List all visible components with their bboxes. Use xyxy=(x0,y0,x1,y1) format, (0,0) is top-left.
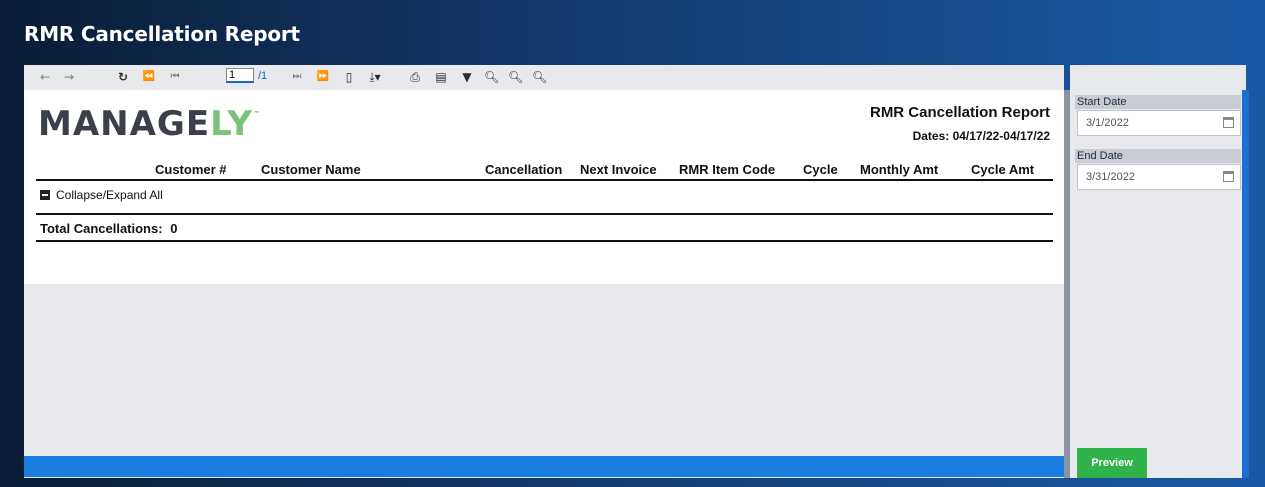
report-page: MANAGELY™ RMR Cancellation Report Dates:… xyxy=(24,90,1064,284)
title-bar: RMR Cancellation Report xyxy=(0,0,1265,64)
total-value: 0 xyxy=(170,221,178,236)
undo-icon[interactable]: ← xyxy=(38,68,52,86)
export-icon[interactable]: ⤓▾ xyxy=(368,68,382,86)
redo-icon[interactable]: → xyxy=(62,68,76,86)
start-date-value: 3/1/2022 xyxy=(1086,117,1129,129)
zoom-icon[interactable]: 🔍︎ xyxy=(484,68,499,86)
end-date-value: 3/31/2022 xyxy=(1086,171,1135,183)
calendar-icon[interactable] xyxy=(1223,117,1234,128)
logo-trademark: ™ xyxy=(253,110,262,118)
collapse-label: Collapse/Expand All xyxy=(56,188,163,202)
column-header-next-invoice: Next Invoice xyxy=(580,162,657,177)
column-header-cycle-amt: Cycle Amt xyxy=(971,162,1035,177)
column-header-monthly-amt: Monthly Amt xyxy=(860,162,939,177)
column-header-customer-name: Customer Name xyxy=(261,162,361,177)
total-label: Total Cancellations: xyxy=(40,221,163,236)
blank-page-icon[interactable]: ▯ xyxy=(342,68,356,86)
calendar-icon[interactable] xyxy=(1223,171,1234,182)
logo-main: MANAGE xyxy=(38,104,211,144)
header-divider xyxy=(36,179,1053,181)
collapse-icon[interactable] xyxy=(40,190,50,200)
report-dates: Dates: 04/17/22-04/17/22 xyxy=(912,129,1050,143)
collapse-expand-all[interactable]: Collapse/Expand All xyxy=(40,188,163,202)
managely-logo: MANAGELY™ xyxy=(38,104,261,144)
column-header-rmr-item-code: RMR Item Code xyxy=(679,162,776,177)
panel-scrollbar[interactable] xyxy=(1242,90,1249,478)
end-date-label: End Date xyxy=(1075,149,1241,163)
page-title: RMR Cancellation Report xyxy=(24,22,300,46)
refresh-icon[interactable]: ↻ xyxy=(116,68,130,86)
page-total: /1 xyxy=(258,70,268,82)
total-cancellations: Total Cancellations: 0 xyxy=(40,221,177,236)
body-divider xyxy=(36,213,1053,215)
footer-divider xyxy=(36,240,1053,242)
start-date-label: Start Date xyxy=(1075,95,1241,109)
print-page-icon[interactable]: ▤ xyxy=(434,68,448,86)
column-header-customer-number: Customer # xyxy=(155,162,227,177)
viewer-status-strip xyxy=(24,456,1064,477)
parameters-panel: Start Date 3/1/2022 End Date 3/31/2022 P… xyxy=(1070,65,1246,478)
logo-accent: LY xyxy=(210,104,254,144)
first-page-icon[interactable]: ⏪ xyxy=(142,68,156,86)
print-icon[interactable]: ⎙ xyxy=(408,68,422,86)
zoom-in-icon[interactable]: 🔍︎ xyxy=(532,68,547,86)
prev-page-icon[interactable]: ⏮ xyxy=(168,68,182,86)
column-header-cycle: Cycle xyxy=(803,162,838,177)
last-page-icon[interactable]: ⏩ xyxy=(316,68,330,86)
preview-button[interactable]: Preview xyxy=(1077,448,1147,478)
start-date-field[interactable]: 3/1/2022 xyxy=(1077,110,1241,136)
filter-icon[interactable]: ▼ xyxy=(460,68,474,86)
column-header-cancellation: Cancellation xyxy=(485,162,563,177)
zoom-out-icon[interactable]: 🔍︎ xyxy=(508,68,523,86)
end-date-field[interactable]: 3/31/2022 xyxy=(1077,164,1241,190)
report-title: RMR Cancellation Report xyxy=(869,104,1050,121)
report-viewer: ← → ↻ ⏪ ⏮ /1 ⏭ ⏩ ▯ ⤓▾ ⎙ ▤ ▼ 🔍︎ 🔍︎ 🔍︎ MAN… xyxy=(24,65,1064,478)
page-number-input[interactable] xyxy=(226,68,254,83)
viewer-toolbar: ← → ↻ ⏪ ⏮ /1 ⏭ ⏩ ▯ ⤓▾ ⎙ ▤ ▼ 🔍︎ 🔍︎ 🔍︎ xyxy=(24,65,1064,90)
next-page-icon[interactable]: ⏭ xyxy=(290,68,304,86)
